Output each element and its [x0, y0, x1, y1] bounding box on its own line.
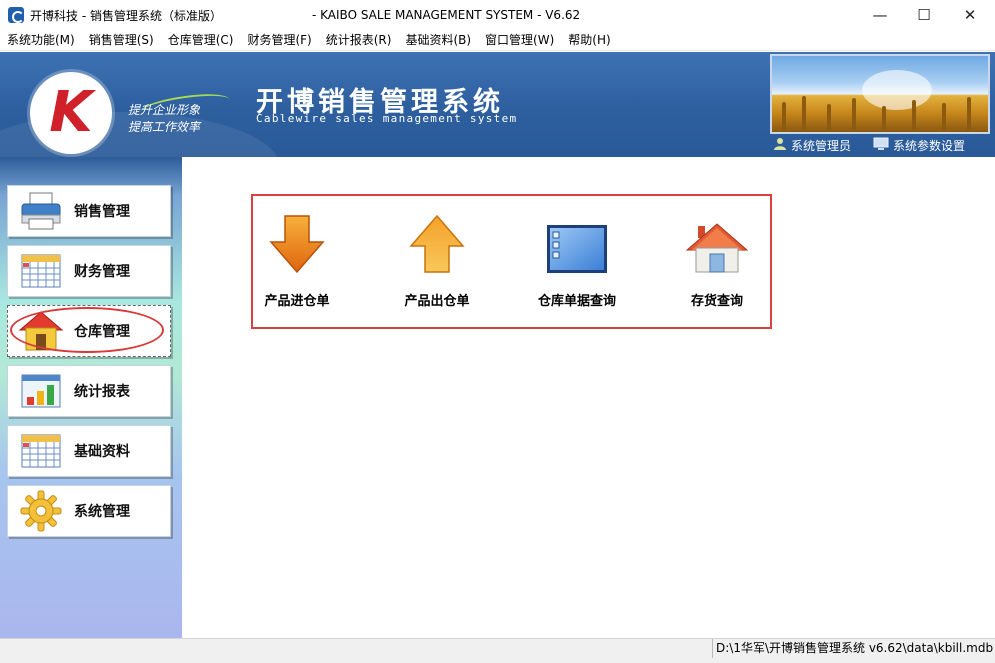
tile-product-inbound[interactable]: 产品进仓单: [237, 212, 357, 312]
tile-label: 仓库单据查询: [537, 294, 616, 309]
slogan-line-1: 提升企业形象: [128, 103, 201, 117]
close-icon: ✕: [963, 6, 977, 24]
menu-reports[interactable]: 统计报表(R): [319, 30, 399, 51]
bar-chart-icon: [8, 365, 74, 417]
sidebar-item-finance[interactable]: 财务管理: [7, 245, 171, 297]
maximize-button[interactable]: ☐: [901, 0, 947, 30]
database-path: D:\1华军\开博销售管理系统 v6.62\data\kbill.mdb: [712, 639, 995, 658]
sidebar-item-reports[interactable]: 统计报表: [7, 365, 171, 417]
arrow-down-icon: [269, 212, 325, 274]
user-icon: [773, 137, 787, 154]
menu-warehouse[interactable]: 仓库管理(C): [161, 30, 241, 51]
minimize-icon: —: [872, 6, 888, 24]
monitor-icon: [873, 137, 889, 154]
slogan-line-2: 提高工作效率: [128, 120, 201, 134]
sidebar-item-label: 销售管理: [74, 204, 130, 220]
header-banner: K 提升企业形象 提高工作效率 开博销售管理系统 Cablewire sales…: [0, 52, 995, 157]
menu-basic-data[interactable]: 基础资料(B): [398, 30, 478, 51]
tile-warehouse-doc-query[interactable]: 仓库单据查询: [517, 212, 637, 312]
arrow-up-icon: [409, 212, 465, 274]
sidebar-item-warehouse[interactable]: 仓库管理: [7, 305, 171, 357]
system-settings-label: 系统参数设置: [893, 139, 966, 153]
sidebar-item-system[interactable]: 系统管理: [7, 485, 171, 537]
close-button[interactable]: ✕: [947, 0, 993, 30]
slogan: 提升企业形象 提高工作效率: [128, 102, 200, 136]
menu-finance[interactable]: 财务管理(F): [240, 30, 318, 51]
system-subtitle: Cablewire sales management system: [256, 112, 518, 125]
sidebar-item-label: 财务管理: [74, 264, 130, 280]
tile-label: 存货查询: [690, 294, 743, 309]
menu-bar: 系统功能(M) 销售管理(S) 仓库管理(C) 财务管理(F) 统计报表(R) …: [0, 30, 995, 51]
tile-inventory-query[interactable]: 存货查询: [657, 212, 777, 312]
sidebar-item-label: 仓库管理: [74, 324, 130, 340]
logo-letter: K: [49, 80, 93, 145]
company-logo: K: [30, 72, 112, 154]
printer-icon: [8, 185, 74, 237]
sidebar-item-label: 系统管理: [74, 504, 130, 520]
sidebar-item-basic-data[interactable]: 基础资料: [7, 425, 171, 477]
menu-sales[interactable]: 销售管理(S): [82, 30, 161, 51]
app-logo-icon: [8, 7, 24, 23]
sidebar: 销售管理 财务管理 仓库管理 统计报表 基础资料 系统管理: [0, 157, 182, 638]
minimize-button[interactable]: —: [857, 0, 903, 30]
house-icon: [686, 212, 748, 274]
maximize-icon: ☐: [917, 6, 931, 24]
current-user-label: 系统管理员: [791, 139, 852, 153]
tile-product-outbound[interactable]: 产品出仓单: [377, 212, 497, 312]
menu-system[interactable]: 系统功能(M): [0, 30, 82, 51]
status-bar: D:\1华军\开博销售管理系统 v6.62\data\kbill.mdb: [0, 638, 995, 663]
window-title: 开博科技 - 销售管理系统（标准版）: [30, 8, 222, 23]
menu-window[interactable]: 窗口管理(W): [478, 30, 561, 51]
document-list-icon: [546, 212, 608, 274]
system-settings-link[interactable]: 系统参数设置: [873, 137, 965, 154]
sidebar-item-label: 基础资料: [74, 444, 130, 460]
house-icon: [8, 305, 74, 357]
gear-icon: [8, 485, 74, 537]
main-content: 产品进仓单 产品出仓单 仓库单据查询 存货查询: [182, 157, 995, 638]
calendar-icon: [8, 245, 74, 297]
sidebar-item-label: 统计报表: [74, 384, 130, 400]
tile-label: 产品进仓单: [264, 294, 330, 309]
window-title-english: - KAIBO SALE MANAGEMENT SYSTEM - V6.62: [312, 8, 581, 22]
sidebar-item-sales[interactable]: 销售管理: [7, 185, 171, 237]
calendar-icon: [8, 425, 74, 477]
wheat-field-image: [770, 54, 990, 134]
tile-label: 产品出仓单: [404, 294, 470, 309]
menu-help[interactable]: 帮助(H): [561, 30, 617, 51]
title-bar: 开博科技 - 销售管理系统（标准版） - KAIBO SALE MANAGEME…: [0, 0, 995, 30]
current-user-link[interactable]: 系统管理员: [773, 137, 851, 154]
